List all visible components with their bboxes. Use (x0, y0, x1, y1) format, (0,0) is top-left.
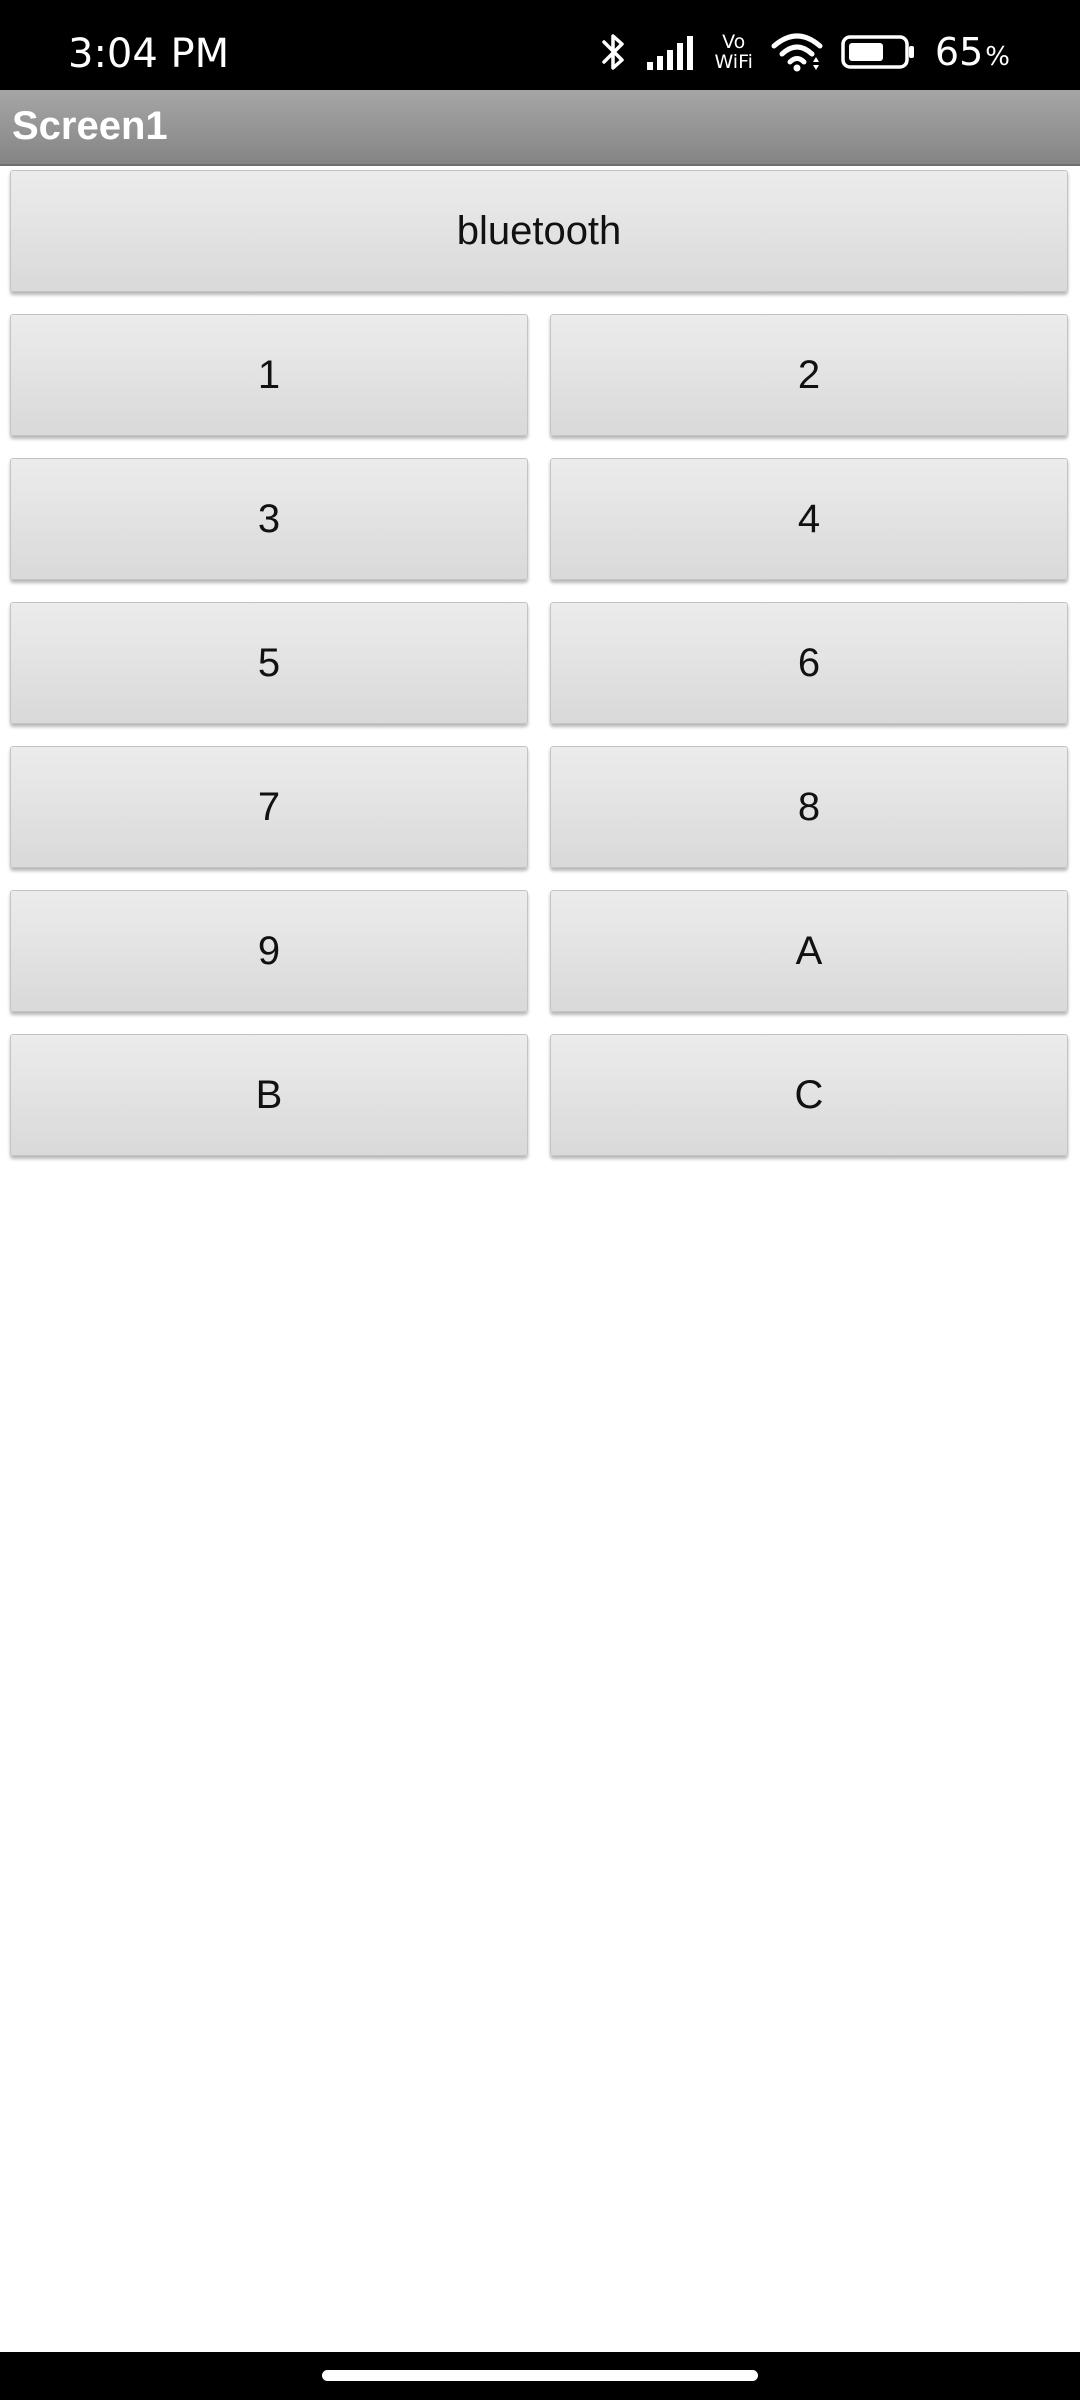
vowifi-icon: Vo WiFi (714, 32, 752, 72)
button-c[interactable]: C (550, 1034, 1068, 1156)
status-icons: Vo WiFi 65 % (600, 30, 1010, 74)
button-2[interactable]: 2 (550, 314, 1068, 436)
bluetooth-icon (600, 30, 628, 74)
status-time: 3:04 PM (68, 31, 230, 77)
button-6[interactable]: 6 (550, 602, 1068, 724)
battery-percent: 65% (935, 33, 1010, 71)
button-7[interactable]: 7 (10, 746, 528, 868)
button-9[interactable]: 9 (10, 890, 528, 1012)
button-5[interactable]: 5 (10, 602, 528, 724)
button-a[interactable]: A (550, 890, 1068, 1012)
app-title-bar: Screen1 (0, 90, 1080, 166)
vowifi-bottom-label: WiFi (714, 51, 753, 73)
battery-percent-sign: % (985, 42, 1010, 72)
battery-percent-value: 65 (934, 30, 984, 74)
home-gesture-handle[interactable] (322, 2370, 758, 2381)
button-1[interactable]: 1 (10, 314, 528, 436)
wifi-icon (771, 32, 823, 72)
button-8[interactable]: 8 (550, 746, 1068, 868)
app-screen: 3:04 PM Vo WiFi 65 % Screen1 bluetooth 1… (0, 0, 1080, 2400)
button-b[interactable]: B (10, 1034, 528, 1156)
screen-title: Screen1 (12, 104, 168, 148)
vowifi-top-label: Vo (722, 31, 746, 53)
battery-icon (841, 34, 917, 70)
button-3[interactable]: 3 (10, 458, 528, 580)
signal-bars-icon (646, 34, 696, 70)
bluetooth-button[interactable]: bluetooth (10, 170, 1068, 292)
status-bar: 3:04 PM Vo WiFi 65 % (0, 0, 1080, 90)
button-4[interactable]: 4 (550, 458, 1068, 580)
